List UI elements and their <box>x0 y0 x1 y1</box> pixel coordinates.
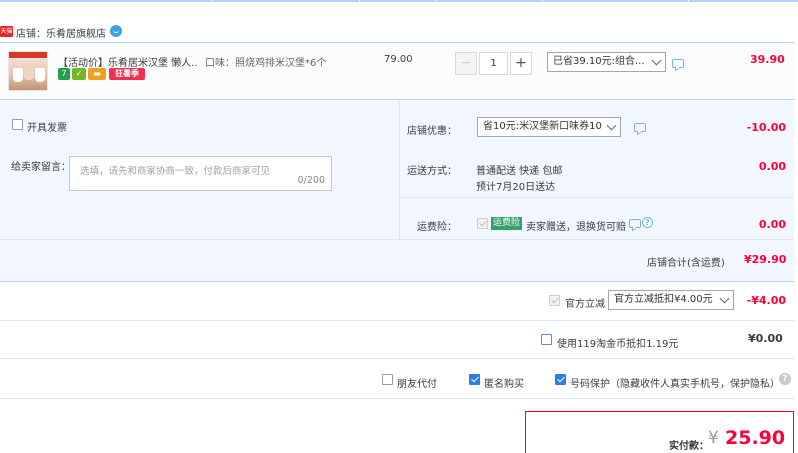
shipping-amount: 0.00 <box>758 160 786 173</box>
gov-discount-amount: -¥4.00 <box>746 294 786 307</box>
item-total: 39.90 <box>750 53 785 66</box>
top-divider <box>0 0 798 2</box>
divider <box>0 398 794 399</box>
seven-day-return-icon: 7 <box>58 68 70 80</box>
anonymous-label: 匿名购买 <box>484 379 524 390</box>
divider <box>0 358 794 359</box>
credit-card-icon: ▬ <box>88 68 106 80</box>
shop-discount-label: 店铺优惠： <box>407 126 457 137</box>
product-thumbnail[interactable] <box>8 51 48 91</box>
insurance-tag: 运费险 <box>491 217 523 230</box>
decrease-button[interactable]: − <box>455 52 477 75</box>
gov-discount-label: 官方立减 <box>565 299 605 310</box>
invoice-checkbox[interactable] <box>12 119 23 130</box>
friend-pay-label: 朋友代付 <box>397 379 437 390</box>
shop-discount-amount: -10.00 <box>746 121 786 134</box>
coupon-select[interactable]: 省10元:米汉堡新口味券10 <box>477 117 621 137</box>
tmall-badge: 天猫 <box>0 26 13 37</box>
coins-checkbox[interactable] <box>541 334 552 345</box>
message-label: 给卖家留言： <box>11 162 71 173</box>
coins-label: 使用119淘金币抵扣1.19元 <box>557 339 679 350</box>
unit-price: 79.00 <box>384 54 413 65</box>
insurance-label: 运费险： <box>417 222 457 233</box>
quantity-input[interactable] <box>479 52 508 75</box>
insurance-checkbox <box>477 218 488 229</box>
product-title[interactable]: 【活动价】乐肴居米汉堡 懒人... <box>58 54 198 69</box>
divider <box>0 320 794 321</box>
item-discount-select[interactable]: 已省39.10元:组合... <box>547 52 666 72</box>
product-attribute: 口味：照烧鸡排米汉堡*6个 <box>205 58 327 69</box>
friend-pay-checkbox[interactable] <box>382 374 393 385</box>
shipping-method: 普通配送 快递 包邮 <box>476 166 563 177</box>
comment-icon[interactable] <box>634 123 646 132</box>
insurance-text: 卖家赠送，退换货可赔 <box>526 222 626 233</box>
message-counter: 0/200 <box>297 175 325 186</box>
chevron-down-icon <box>651 55 662 66</box>
number-protection-label: 号码保护（隐藏收件人真实手机号，保护隐私） <box>570 379 780 390</box>
subtotal-label: 店铺合计(含运费) <box>647 258 725 269</box>
quantity-stepper: − + <box>455 52 532 75</box>
comment-icon[interactable] <box>629 219 641 228</box>
seller-message-input[interactable]: 选填，请先和商家协商一致，付款后商家可见 0/200 <box>69 156 332 191</box>
anonymous-checkbox[interactable] <box>469 374 480 385</box>
currency-symbol: ¥ <box>708 428 719 448</box>
payment-label: 实付款： <box>669 441 709 452</box>
number-protection-checkbox[interactable] <box>555 374 566 385</box>
help-icon[interactable]: ? <box>779 373 791 385</box>
help-icon[interactable]: ? <box>642 217 653 228</box>
invoice-label: 开具发票 <box>27 123 67 134</box>
increase-button[interactable]: + <box>510 52 532 75</box>
payment-amount: 25.90 <box>725 427 786 449</box>
wangwang-chat-icon[interactable] <box>110 25 122 37</box>
guarantee-icon: ✓ <box>72 68 86 80</box>
comment-icon[interactable] <box>672 59 684 68</box>
shop-name[interactable]: 店铺：乐肴居旗舰店 <box>16 25 106 40</box>
message-placeholder: 选填，请先和商家协商一致，付款后商家可见 <box>80 166 271 177</box>
insurance-amount: 0.00 <box>758 218 786 231</box>
delivery-estimate: 预计7月20日送达 <box>476 182 556 193</box>
gov-discount-checkbox <box>549 295 560 306</box>
shipping-label: 运送方式： <box>407 166 457 177</box>
subtotal-amount: ¥29.90 <box>744 253 787 266</box>
coins-amount: ¥0.00 <box>748 332 783 345</box>
promo-badge: 狂暑季 <box>109 68 145 80</box>
chevron-down-icon <box>606 120 617 131</box>
